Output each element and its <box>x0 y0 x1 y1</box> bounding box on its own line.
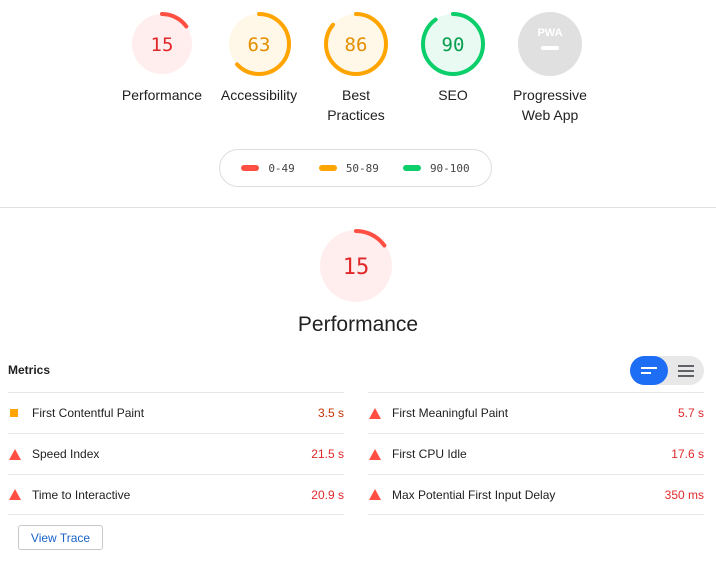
gauge-label: Best Practices <box>306 85 406 125</box>
performance-section-title: Performance <box>297 313 419 336</box>
metric-row: Max Potential First Input Delay 350 ms <box>368 474 704 515</box>
performance-main-gauge: 15 <box>319 229 393 303</box>
metric-name: First Contentful Paint <box>32 406 145 420</box>
metric-row: Speed Index 21.5 s <box>8 433 344 474</box>
metric-value: 350 ms <box>664 487 704 502</box>
metrics-column-right: First Meaningful Paint 5.7 s First CPU I… <box>368 392 704 515</box>
legend-swatch <box>402 165 421 171</box>
legend-range: 90-100 <box>429 161 470 175</box>
gauge-pwa[interactable]: PWA Progressive Web App <box>500 12 600 125</box>
gauge-accessibility[interactable]: 63 Accessibility <box>209 12 309 105</box>
best-practices-gauge-ring: 86 <box>324 12 388 76</box>
orange-square-icon <box>8 408 32 418</box>
gauge-score: 63 <box>248 34 271 56</box>
metric-name: Max Potential First Input Delay <box>392 487 556 502</box>
metric-value: 21.5 s <box>311 447 344 461</box>
gauge-label-line1: Best <box>341 87 370 103</box>
legend-swatch <box>318 165 337 171</box>
legend-item-fail: 0-49 <box>241 162 295 175</box>
summary-view-button[interactable] <box>630 356 668 385</box>
red-triangle-icon <box>368 448 392 460</box>
gauge-score: 86 <box>345 34 368 56</box>
category-gauges: 15 Performance 63 Accessibility 86 Best … <box>0 0 716 140</box>
pwa-badge-icon: PWA <box>518 12 582 76</box>
metric-value: 3.5 s <box>317 406 344 420</box>
metrics-view-toggle[interactable] <box>630 356 704 385</box>
metric-row: First Contentful Paint 3.5 s <box>8 392 344 433</box>
gauge-score: 15 <box>151 34 174 56</box>
metrics-column-left: First Contentful Paint 3.5 s Speed Index… <box>8 392 344 515</box>
seo-gauge-ring: 90 <box>421 12 485 76</box>
metric-value: 17.6 s <box>671 447 704 461</box>
view-trace-button[interactable]: View Trace <box>18 525 103 550</box>
gauge-label: Accessibility <box>220 87 298 103</box>
gauge-label: SEO <box>438 87 468 103</box>
metrics-heading: Metrics <box>8 363 51 377</box>
gauge-seo[interactable]: 90 SEO <box>403 12 503 105</box>
red-triangle-icon <box>368 489 392 500</box>
gauge-best-practices[interactable]: 86 Best Practices <box>306 12 406 125</box>
legend-swatch <box>241 165 260 171</box>
score-legend: 0-49 50-89 90-100 <box>219 149 492 187</box>
gauge-label: Performance <box>121 87 203 103</box>
gauge-label-line1: Progressive <box>513 87 587 103</box>
metric-value: 20.9 s <box>311 487 344 502</box>
performance-gauge-ring: 15 <box>130 12 194 76</box>
metric-name: First CPU Idle <box>392 447 467 461</box>
red-triangle-icon <box>368 407 392 419</box>
legend-range: 0-49 <box>268 161 295 175</box>
legend-item-average: 50-89 <box>318 161 379 175</box>
long-lines-icon <box>678 364 694 377</box>
gauge-label-line2: Practices <box>327 107 385 123</box>
short-lines-icon <box>641 366 657 374</box>
gauge-label-line2: Web App <box>521 107 579 123</box>
metric-row: First CPU Idle 17.6 s <box>368 433 704 474</box>
gauge-label: Progressive Web App <box>500 85 600 125</box>
performance-main-score: 15 <box>343 255 370 280</box>
legend-item-pass: 90-100 <box>402 161 470 175</box>
descriptions-view-button[interactable] <box>668 356 704 385</box>
metric-row: First Meaningful Paint 5.7 s <box>368 392 704 433</box>
red-triangle-icon <box>8 489 32 500</box>
section-divider <box>0 207 716 208</box>
metric-row: Time to Interactive 20.9 s <box>8 474 344 515</box>
accessibility-gauge-ring: 63 <box>227 12 291 76</box>
red-triangle-icon <box>8 448 32 460</box>
metric-value: 5.7 s <box>677 406 704 420</box>
pwa-badge-text: PWA <box>537 27 562 39</box>
metric-name: Time to Interactive <box>32 487 131 502</box>
gauge-score: 90 <box>442 34 465 56</box>
metric-name: First Meaningful Paint <box>392 406 509 420</box>
legend-range: 50-89 <box>345 161 379 175</box>
gauge-performance[interactable]: 15 Performance <box>112 12 212 105</box>
metric-name: Speed Index <box>32 447 100 461</box>
